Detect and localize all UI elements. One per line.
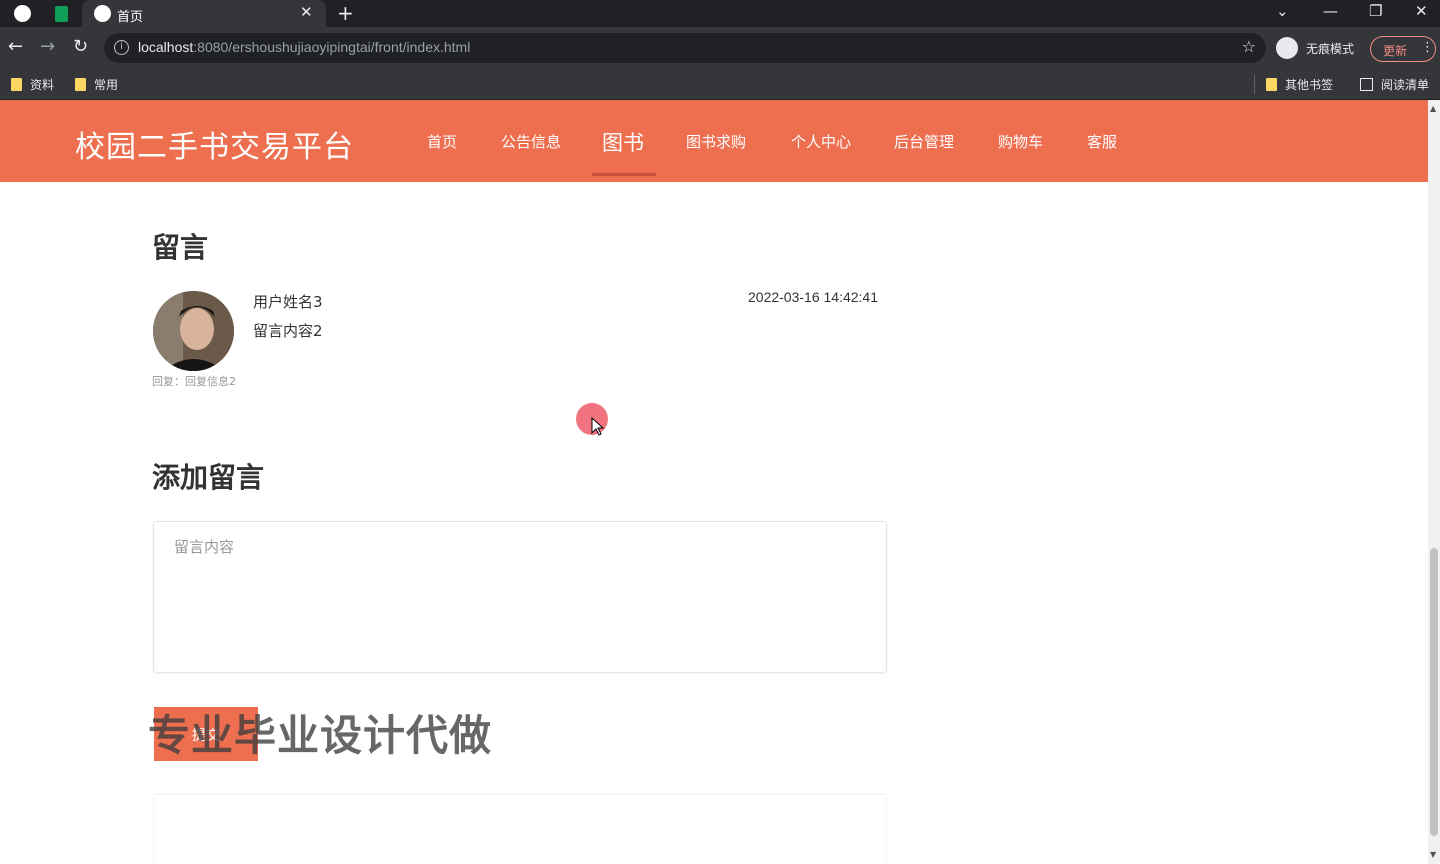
site-title[interactable]: 校园二手书交易平台 bbox=[75, 122, 354, 166]
mouse-cursor-icon bbox=[591, 417, 605, 436]
browser-app-icon[interactable] bbox=[14, 5, 31, 22]
forward-button[interactable]: → bbox=[40, 36, 55, 57]
scroll-thumb[interactable] bbox=[1430, 548, 1438, 836]
browser-toolbar: ← → ↻ i localhost:8080/ershoushujiaoyipi… bbox=[0, 27, 1440, 69]
watermark-overlay: 专业毕业设计代做 bbox=[148, 711, 493, 760]
add-comment-title: 添加留言 bbox=[152, 461, 265, 494]
tab-title: 首页 bbox=[117, 10, 144, 25]
info-icon[interactable]: i bbox=[114, 40, 129, 55]
comment-textarea[interactable] bbox=[153, 521, 887, 673]
bookmark-folder[interactable]: 资料 bbox=[11, 76, 54, 93]
bookmarks-bar: 资料 常用 其他书签 阅读清单 bbox=[0, 69, 1440, 100]
reload-button[interactable]: ↻ bbox=[73, 36, 88, 57]
incognito-label: 无痕模式 bbox=[1306, 42, 1355, 56]
other-bookmarks[interactable]: 其他书签 bbox=[1266, 76, 1333, 93]
address-bar[interactable]: i localhost:8080/ershoushujiaoyipingtai/… bbox=[104, 33, 1266, 63]
globe-icon bbox=[94, 5, 111, 22]
update-button[interactable]: 更新 ⋮ bbox=[1370, 36, 1436, 62]
comments-title: 留言 bbox=[152, 231, 209, 264]
scroll-down-arrow-icon[interactable]: ▼ bbox=[1430, 850, 1436, 859]
folder-icon bbox=[11, 78, 22, 91]
nav-admin[interactable]: 后台管理 bbox=[894, 131, 954, 152]
site-header: 校园二手书交易平台 首页 公告信息 图书 图书求购 个人中心 后台管理 购物车 … bbox=[0, 100, 1428, 182]
scroll-up-arrow-icon[interactable]: ▲ bbox=[1430, 104, 1436, 113]
bookmark-divider bbox=[1254, 75, 1255, 94]
nav-announcements[interactable]: 公告信息 bbox=[501, 131, 561, 152]
nav-customer-service[interactable]: 客服 bbox=[1087, 131, 1117, 152]
page-scrollbar[interactable]: ▲ ▼ bbox=[1428, 100, 1440, 864]
reading-list-icon bbox=[1360, 78, 1373, 91]
comment-reply: 回复：回复信息2 bbox=[152, 375, 236, 388]
active-nav-indicator bbox=[592, 173, 656, 176]
comment-timestamp: 2022-03-16 14:42:41 bbox=[748, 289, 878, 305]
tab-search-icon[interactable]: ⌄ bbox=[1276, 2, 1289, 20]
bookmark-folder[interactable]: 常用 bbox=[75, 76, 118, 93]
restore-button[interactable]: ❐ bbox=[1369, 2, 1382, 20]
window-close-button[interactable]: ✕ bbox=[1415, 2, 1428, 20]
comment-user-name: 用户姓名3 bbox=[253, 293, 323, 311]
folder-icon bbox=[75, 78, 86, 91]
nav-home[interactable]: 首页 bbox=[427, 131, 457, 152]
nav-books[interactable]: 图书 bbox=[602, 127, 644, 157]
sheets-app-icon[interactable] bbox=[55, 6, 68, 22]
reading-list[interactable]: 阅读清单 bbox=[1360, 76, 1429, 93]
nav-cart[interactable]: 购物车 bbox=[998, 131, 1043, 152]
nav-personal-center[interactable]: 个人中心 bbox=[791, 131, 851, 152]
browser-tab-bar: 首页 ✕ + ⌄ — ❐ ✕ bbox=[0, 0, 1440, 27]
page-content: 留言 用户姓名3 留言内容2 2022-03-16 14:42:41 回复：回复… bbox=[0, 182, 1428, 864]
menu-dots-icon[interactable]: ⋮ bbox=[1421, 40, 1434, 55]
nav-book-requests[interactable]: 图书求购 bbox=[686, 131, 746, 152]
avatar bbox=[153, 291, 234, 371]
comment-content: 留言内容2 bbox=[253, 322, 323, 340]
update-label: 更新 bbox=[1383, 44, 1408, 58]
close-icon[interactable]: ✕ bbox=[300, 3, 313, 21]
url-text[interactable]: localhost:8080/ershoushujiaoyipingtai/fr… bbox=[138, 39, 470, 55]
incognito-icon[interactable] bbox=[1276, 37, 1298, 59]
tab-home[interactable]: 首页 ✕ bbox=[82, 0, 326, 27]
new-tab-button[interactable]: + bbox=[337, 1, 354, 25]
back-button[interactable]: ← bbox=[8, 36, 23, 57]
folder-icon bbox=[1266, 78, 1277, 91]
bookmark-star-icon[interactable]: ☆ bbox=[1242, 37, 1256, 56]
minimize-button[interactable]: — bbox=[1323, 2, 1338, 20]
lower-content-box bbox=[153, 794, 887, 864]
